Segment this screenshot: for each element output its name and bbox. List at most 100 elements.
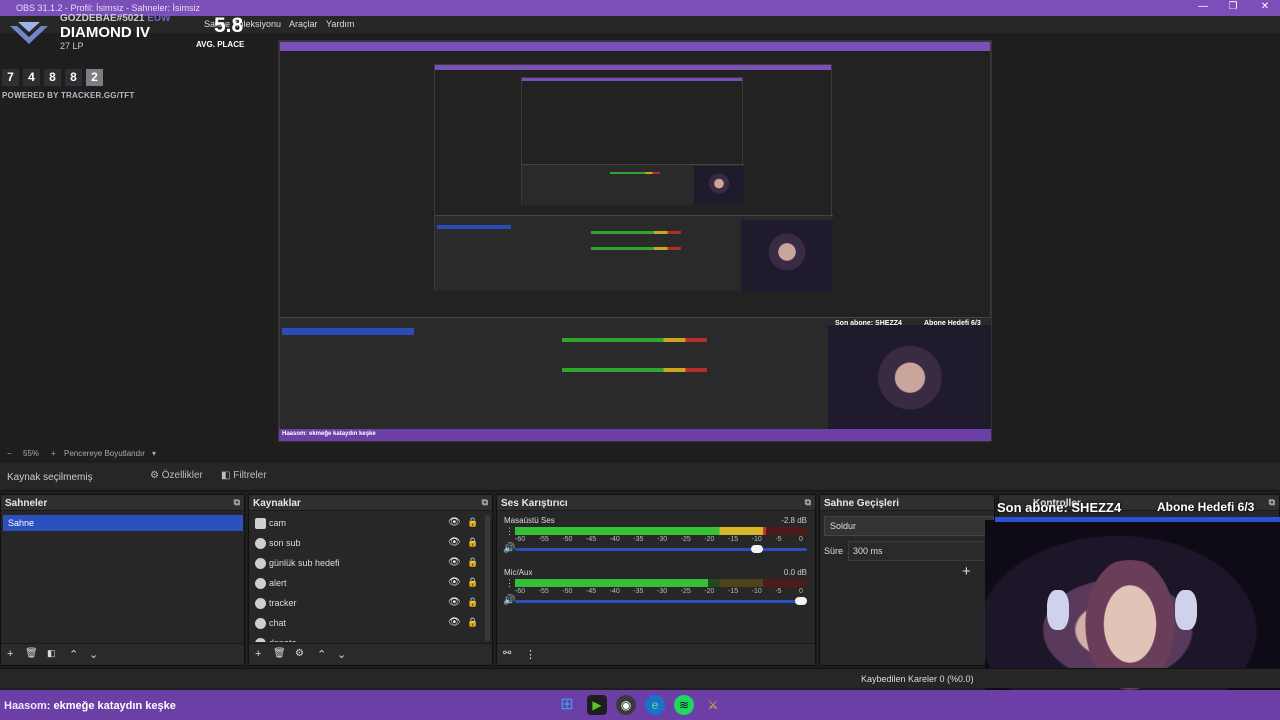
- tick-label: -5: [775, 536, 782, 543]
- minimize-button[interactable]: —: [1188, 1, 1218, 12]
- avg-place-value: 5.8: [214, 14, 244, 37]
- eye-icon[interactable]: 👁: [448, 557, 461, 568]
- dropped-frames: Kaybedilen Kareler 0 (%0.0): [861, 674, 974, 684]
- spotify-icon[interactable]: ≋: [674, 695, 694, 715]
- camera-icon: [255, 518, 266, 529]
- scene-filters-button[interactable]: ◧: [47, 648, 56, 659]
- tick-label: -35: [633, 536, 644, 543]
- more-icon[interactable]: ⋮: [505, 578, 514, 589]
- lock-icon[interactable]: 🔒: [467, 617, 478, 628]
- zoom-out-button[interactable]: −: [7, 449, 12, 458]
- subscriber-overlay: Son abone: SHEZZ4 Abone Hedefi 6/3: [995, 498, 1280, 522]
- add-scene-button[interactable]: +: [7, 648, 13, 660]
- properties-button[interactable]: ⚙ Özellikler: [150, 470, 203, 481]
- remove-scene-button[interactable]: 🗑: [25, 648, 38, 659]
- nested-overlay-sub: Son abone: SHEZZ4: [835, 320, 902, 327]
- eye-icon[interactable]: 👁: [448, 597, 461, 608]
- filters-button[interactable]: ◧ Filtreler: [221, 470, 267, 481]
- move-down-button[interactable]: ⌄: [89, 648, 98, 661]
- tick-label: -55: [538, 536, 549, 543]
- more-icon[interactable]: ⋮: [505, 526, 514, 537]
- float-dock-icon[interactable]: ⧉: [482, 497, 488, 508]
- lock-icon[interactable]: 🔒: [467, 517, 478, 528]
- chevron-down-icon[interactable]: ▾: [152, 449, 156, 458]
- move-up-button[interactable]: ⌃: [69, 648, 78, 661]
- tick-label: -20: [704, 536, 715, 543]
- volume-slider[interactable]: [515, 600, 807, 603]
- preview-footer: − 55% + Pencereye Boyutlandır ▾: [0, 447, 1280, 461]
- level-meter: [515, 579, 708, 587]
- lock-icon[interactable]: 🔒: [467, 577, 478, 588]
- duration-input[interactable]: 300 ms: [848, 541, 994, 561]
- duration-label: Süre: [824, 546, 844, 556]
- tick-label: -10: [751, 588, 762, 595]
- more-icon[interactable]: ⋮: [525, 648, 536, 661]
- transition-select[interactable]: Soldur: [824, 516, 994, 536]
- volume-slider[interactable]: [515, 548, 807, 551]
- remove-source-button[interactable]: 🗑: [273, 648, 286, 659]
- zoom-in-button[interactable]: +: [51, 449, 56, 458]
- move-up-button[interactable]: ⌃: [317, 648, 326, 661]
- move-down-button[interactable]: ⌄: [337, 648, 346, 661]
- lock-icon[interactable]: 🔒: [467, 557, 478, 568]
- tick-label: -25: [680, 588, 691, 595]
- eye-icon[interactable]: 👁: [448, 617, 461, 628]
- source-row[interactable]: donate: [249, 634, 489, 642]
- source-row[interactable]: chat 👁 🔒: [249, 614, 489, 634]
- scene-item[interactable]: Sahne: [3, 515, 243, 531]
- source-row[interactable]: tracker 👁 🔒: [249, 594, 489, 614]
- speaker-icon[interactable]: 🔊: [503, 595, 515, 606]
- float-dock-icon[interactable]: ⧉: [805, 497, 811, 508]
- no-source-label: Kaynak seçilmemiş: [7, 472, 93, 483]
- float-dock-icon[interactable]: ⧉: [234, 497, 240, 508]
- channel-db: 0.0 dB: [783, 568, 807, 577]
- eye-icon[interactable]: 👁: [448, 577, 461, 588]
- mixer-channel-desktop: Masaüstü Ses -2.8 dB ⋮ -60 -55 -50 -45 -40 -3…: [499, 516, 811, 566]
- fit-to-window-select[interactable]: Pencereye Boyutlandır: [64, 449, 145, 458]
- eye-icon[interactable]: 👁: [448, 517, 461, 528]
- eye-icon[interactable]: 👁: [448, 537, 461, 548]
- tick-label: -60: [515, 588, 526, 595]
- tick-label: -45: [586, 588, 597, 595]
- scenes-dock: Sahneler ⧉ Sahne + 🗑 ◧ ⌃ ⌄: [0, 494, 245, 666]
- lock-icon[interactable]: 🔒: [467, 597, 478, 608]
- volume-knob[interactable]: [795, 597, 807, 605]
- status-bar: Kaybedilen Kareler 0 (%0.0): [0, 668, 1280, 688]
- link-icon[interactable]: ⚯: [503, 648, 511, 659]
- gear-icon: ⚙: [150, 470, 159, 481]
- tick-label: -60: [515, 536, 526, 543]
- place-badge: 2: [86, 69, 103, 86]
- close-button[interactable]: ✕: [1250, 1, 1280, 12]
- add-transition-button[interactable]: +: [962, 563, 971, 580]
- obs-icon[interactable]: ◉: [616, 695, 636, 715]
- place-badge: 4: [23, 69, 40, 86]
- source-row[interactable]: alert 👁 🔒: [249, 574, 489, 594]
- league-client-icon[interactable]: ⚔: [703, 695, 723, 715]
- level-meter: [515, 527, 767, 535]
- nested-preview: [521, 77, 744, 205]
- zoom-level[interactable]: 55%: [23, 449, 39, 458]
- sources-toolbar: + 🗑 ⚙ ⌃ ⌄: [249, 643, 492, 665]
- source-row[interactable]: günlük sub hedefi 👁 🔒: [249, 554, 489, 574]
- source-row[interactable]: son sub 👁 🔒: [249, 534, 489, 554]
- lp-label: 27 LP: [60, 41, 84, 51]
- preview-canvas[interactable]: Son abone: SHEZZ4 Abone Hedefi 6/3 Haaso…: [278, 40, 992, 442]
- source-row[interactable]: cam 👁 🔒: [249, 514, 489, 534]
- scrollbar[interactable]: [485, 515, 490, 641]
- menu-help[interactable]: Yardım: [326, 19, 354, 29]
- add-source-button[interactable]: +: [255, 648, 261, 660]
- place-badge: 7: [2, 69, 19, 86]
- source-properties-button[interactable]: ⚙: [295, 648, 304, 659]
- nested-preview: [279, 41, 991, 441]
- menu-tools[interactable]: Araçlar: [289, 19, 318, 29]
- rank-emblem-icon: [10, 22, 48, 44]
- avg-place-label: AVG. PLACE: [196, 40, 245, 49]
- lock-icon[interactable]: 🔒: [467, 537, 478, 548]
- volume-knob[interactable]: [751, 545, 764, 553]
- scenes-header: Sahneler ⧉: [1, 495, 244, 511]
- windows-start-icon[interactable]: ⊞: [557, 695, 577, 715]
- play-icon[interactable]: ▶: [587, 695, 607, 715]
- edge-icon[interactable]: e: [645, 695, 665, 715]
- speaker-icon[interactable]: 🔊: [503, 543, 515, 554]
- maximize-button[interactable]: ❐: [1218, 1, 1248, 12]
